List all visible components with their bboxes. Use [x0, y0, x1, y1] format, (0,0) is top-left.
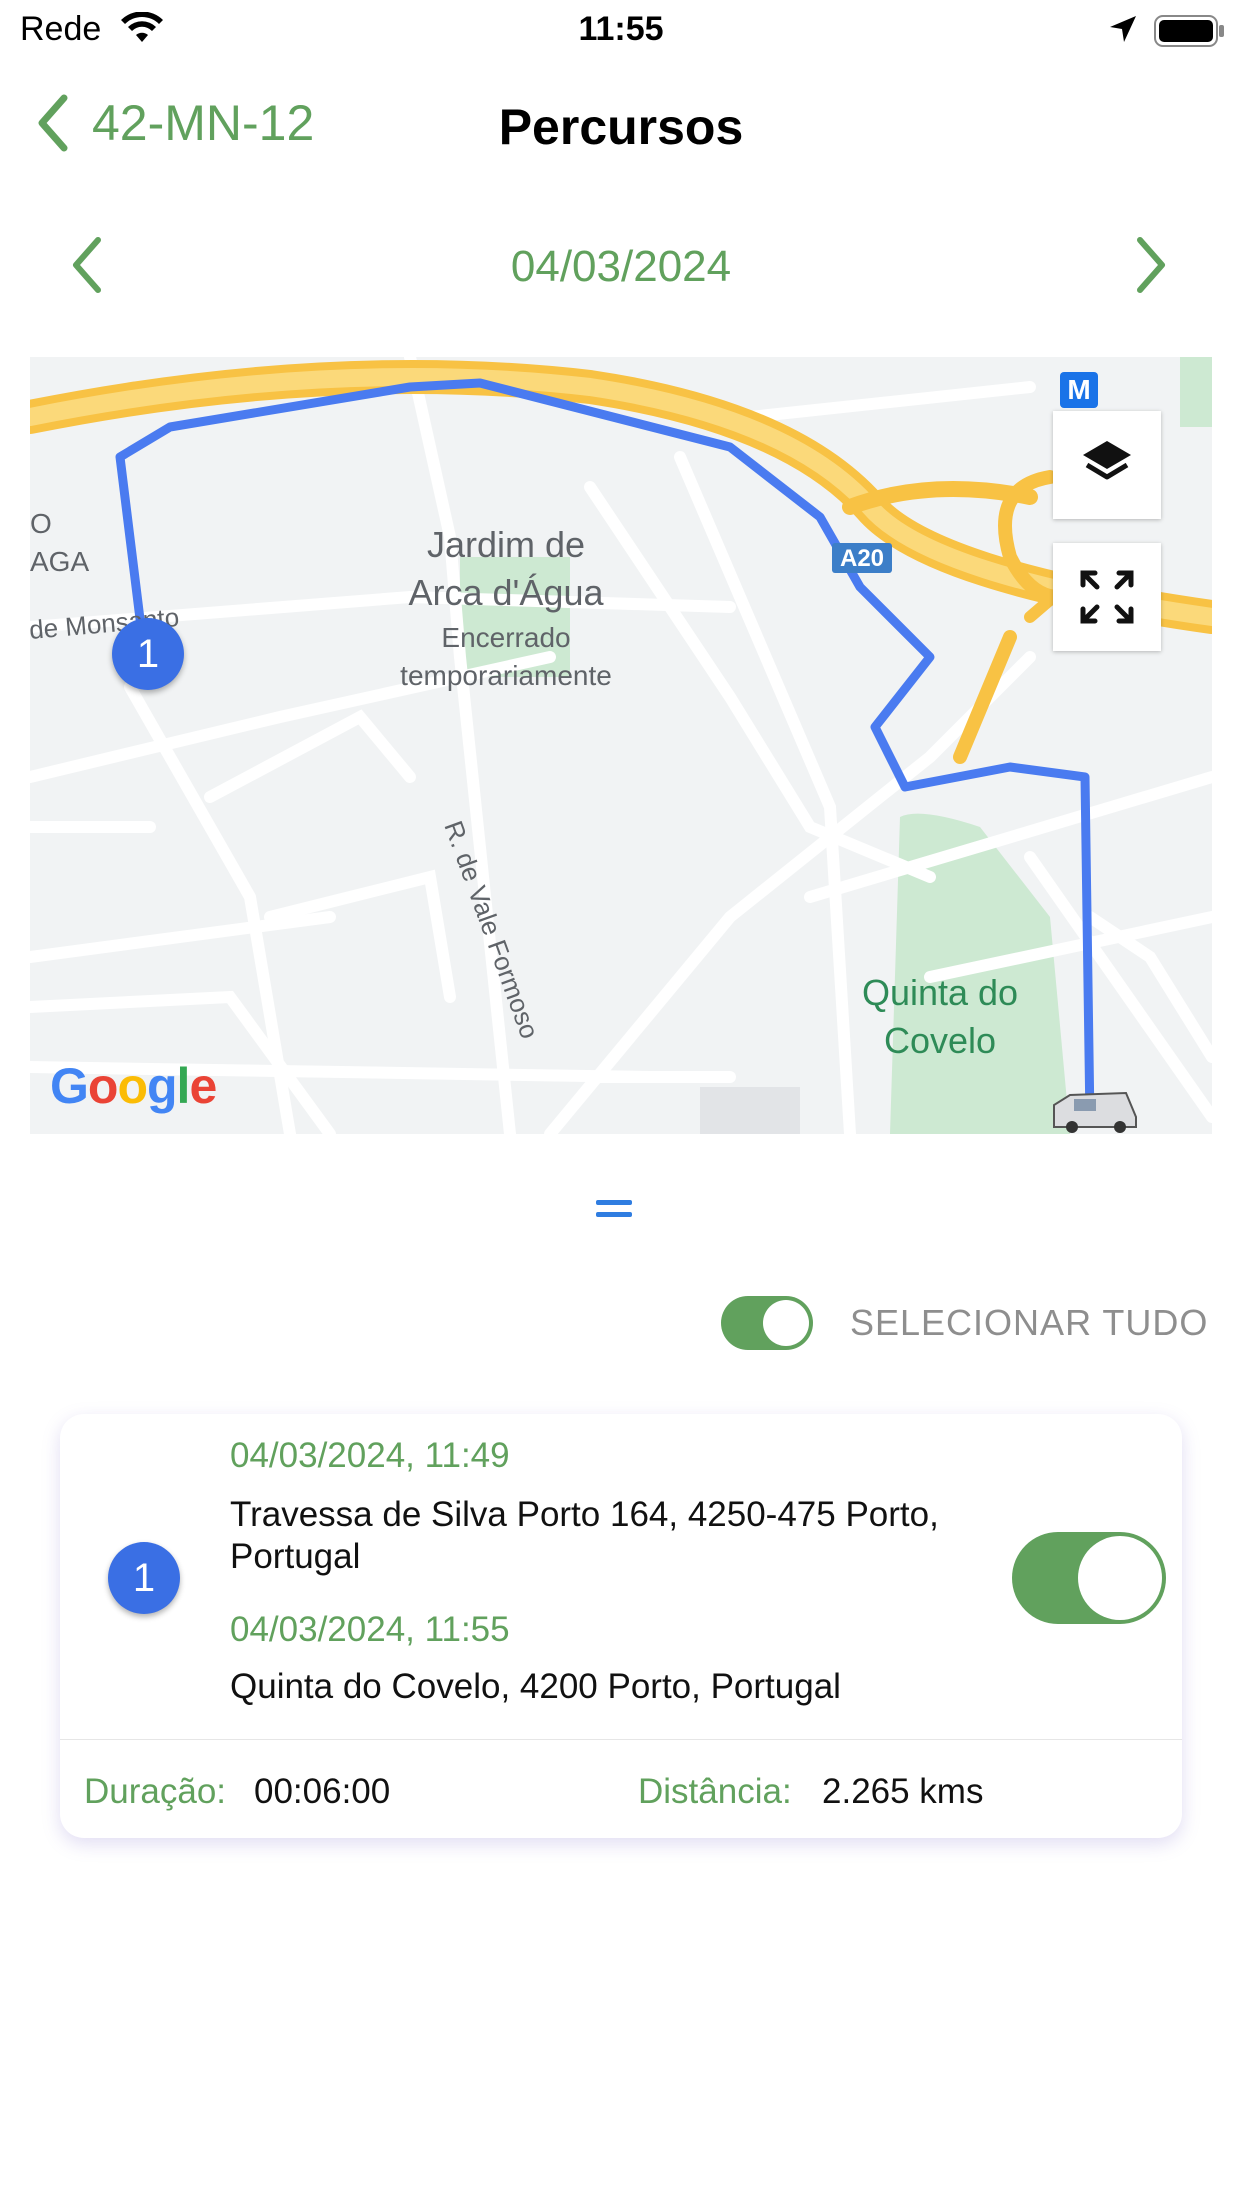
map-label-temporariamente: temporariamente — [400, 660, 612, 691]
metro-icon: M — [1060, 372, 1098, 408]
map-label-aga: AGA — [30, 546, 89, 577]
card-divider — [60, 1739, 1182, 1740]
trip-start-address: Travessa de Silva Porto 164, 4250-475 Po… — [230, 1495, 939, 1576]
trip-end-address: Quinta do Covelo, 4200 Porto, Portugal — [230, 1667, 841, 1706]
layers-icon — [1083, 441, 1131, 480]
handle-bar — [596, 1200, 632, 1205]
google-letter: l — [176, 1058, 191, 1114]
status-bar: Rede 11:55 — [0, 0, 1242, 62]
battery-icon — [1154, 15, 1224, 47]
select-all-toggle[interactable] — [721, 1296, 813, 1350]
map-label-quinta: Quinta do — [862, 972, 1018, 1013]
trip-number-badge: 1 — [108, 1542, 180, 1614]
highway — [30, 360, 1212, 764]
google-letter: e — [189, 1058, 217, 1114]
google-letter: o — [117, 1058, 148, 1114]
a20-label: A20 — [840, 545, 884, 572]
map-label-jardim: Jardim de — [427, 524, 585, 565]
google-letter: o — [87, 1058, 119, 1114]
status-time: 11:55 — [578, 10, 664, 48]
next-chevron-icon — [1137, 237, 1165, 293]
trip-start-datetime: 04/03/2024, 11:49 — [230, 1436, 510, 1475]
google-logo: Google — [50, 1057, 217, 1115]
trip-select-toggle[interactable] — [1012, 1532, 1166, 1624]
trip-end-datetime: 04/03/2024, 11:55 — [230, 1610, 510, 1649]
drag-handle[interactable] — [596, 1200, 632, 1224]
map-fullscreen-button[interactable] — [1053, 543, 1161, 651]
map-label-arca: Arca d'Água — [409, 572, 605, 613]
handle-bar — [596, 1212, 632, 1217]
route-map[interactable]: A20 Jardim de Arca d'Água Encerrado temp… — [30, 357, 1212, 1134]
car-icon — [1053, 1091, 1137, 1133]
selected-date[interactable]: 04/03/2024 — [0, 242, 1242, 292]
distance-label: Distância: — [638, 1772, 792, 1811]
gray-block — [700, 1087, 800, 1134]
park-corner — [1180, 357, 1212, 427]
google-letter: G — [50, 1058, 89, 1114]
duration-value: 00:06:00 — [254, 1772, 391, 1811]
page-title: Percursos — [498, 99, 744, 155]
map-label-covelo: Covelo — [884, 1020, 996, 1061]
select-all-label: SELECIONAR TUDO — [850, 1302, 1209, 1343]
map-label-o: O — [30, 508, 52, 539]
trip-card[interactable]: 1 04/03/2024, 11:49 Travessa de Silva Po… — [60, 1414, 1182, 1838]
map-canvas[interactable]: A20 Jardim de Arca d'Água Encerrado temp… — [30, 357, 1212, 1134]
next-date-button[interactable] — [1134, 236, 1168, 299]
google-letter: g — [147, 1058, 178, 1114]
trip-start-marker[interactable]: 1 — [112, 618, 184, 690]
distance-value: 2.265 kms — [822, 1772, 984, 1811]
duration-label: Duração: — [84, 1772, 227, 1811]
location-arrow-icon — [1110, 16, 1136, 42]
map-label-encerrado: Encerrado — [441, 622, 570, 653]
map-layers-button[interactable] — [1053, 411, 1161, 519]
fullscreen-icon — [1080, 570, 1134, 624]
